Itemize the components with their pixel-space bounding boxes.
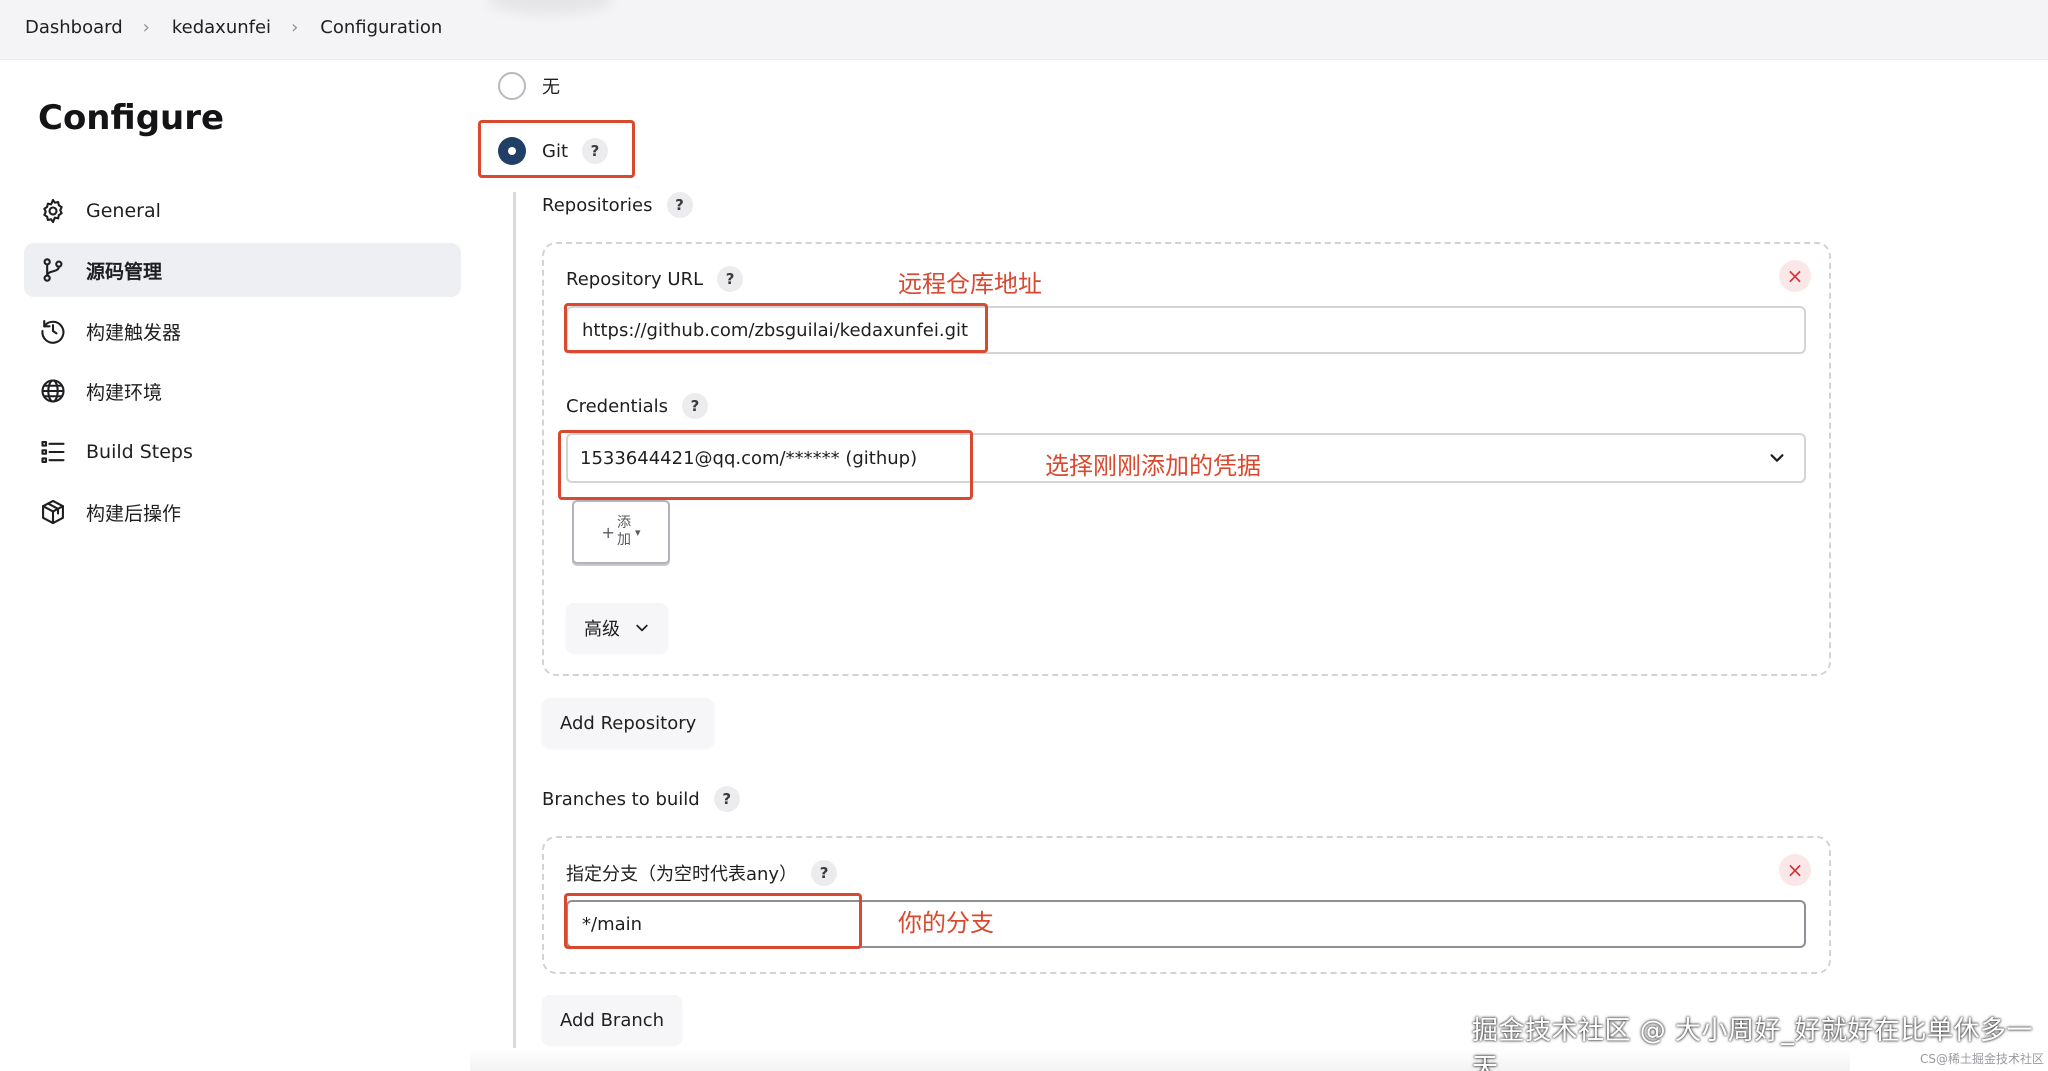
credentials-selected-value: 1533644421@qq.com/****** (githup) xyxy=(580,447,918,469)
add-repository-button[interactable]: Add Repository xyxy=(542,698,715,748)
breadcrumb-bar: Dashboard › kedaxunfei › Configuration xyxy=(0,0,2048,60)
add-credentials-button[interactable]: + 添 加 ▾ xyxy=(572,500,670,564)
chevron-down-icon xyxy=(636,624,648,632)
radio-git-label: Git xyxy=(542,140,569,162)
radio-none-label: 无 xyxy=(542,77,560,98)
help-icon[interactable]: ? xyxy=(682,393,709,419)
remove-repository-close-icon[interactable]: × xyxy=(1779,260,1811,292)
sidebar-item-post-build[interactable]: 构建后操作 xyxy=(24,485,461,539)
repositories-label: Repositories ? xyxy=(542,192,693,218)
repository-url-label: Repository URL ? xyxy=(566,266,744,292)
sidebar-item-label: 构建环境 xyxy=(86,381,163,404)
help-icon[interactable]: ? xyxy=(713,786,740,812)
breadcrumb-job[interactable]: kedaxunfei xyxy=(172,17,271,38)
package-icon xyxy=(38,497,68,527)
list-icon xyxy=(38,437,68,467)
branch-specifier-label: 指定分支（为空时代表any） ? xyxy=(566,860,838,886)
branch-icon xyxy=(38,255,68,285)
sidebar-item-build-steps[interactable]: Build Steps xyxy=(24,425,461,479)
annotation-branch: 你的分支 xyxy=(898,909,994,937)
breadcrumb-separator-icon: › xyxy=(142,17,150,38)
help-icon[interactable]: ? xyxy=(717,266,744,292)
sidebar-item-environment[interactable]: 构建环境 xyxy=(24,364,461,418)
watermark-small: CS@稀土掘金技术社区 xyxy=(1920,1052,2044,1066)
add-button-label-line1: 添 xyxy=(616,515,631,531)
breadcrumb-separator-icon: › xyxy=(291,17,299,38)
section-divider-line xyxy=(513,192,516,1071)
breadcrumb-dashboard[interactable]: Dashboard xyxy=(25,17,123,38)
branch-specifier-label-text: 指定分支（为空时代表any） xyxy=(566,864,798,885)
add-button-label: 添 加 xyxy=(617,515,631,549)
annotation-repo-url: 远程仓库地址 xyxy=(898,270,1042,298)
repositories-label-text: Repositories xyxy=(542,194,653,216)
repository-url-label-text: Repository URL xyxy=(566,268,704,290)
credentials-label-text: Credentials xyxy=(566,395,669,417)
branch-specifier-input[interactable]: */main xyxy=(566,900,1806,948)
breadcrumb-configuration[interactable]: Configuration xyxy=(320,17,442,38)
sidebar-item-label: General xyxy=(86,200,161,222)
branches-label-text: Branches to build xyxy=(542,788,700,810)
globe-icon xyxy=(38,376,68,406)
sidebar-item-label: Build Steps xyxy=(86,441,193,463)
remove-branch-close-icon[interactable]: × xyxy=(1779,854,1811,886)
floating-shadow xyxy=(488,0,613,14)
sidebar-item-scm[interactable]: 源码管理 xyxy=(24,243,461,297)
scm-option-none[interactable]: 无 xyxy=(498,72,560,100)
advanced-button[interactable]: 高级 xyxy=(566,603,668,653)
advanced-button-label: 高级 xyxy=(584,619,620,640)
clock-icon xyxy=(38,316,68,346)
credentials-label: Credentials ? xyxy=(566,393,709,419)
help-icon[interactable]: ? xyxy=(811,860,838,886)
sidebar-item-label: 源码管理 xyxy=(86,260,163,283)
caret-down-icon: ▾ xyxy=(634,525,641,539)
add-branch-button[interactable]: Add Branch xyxy=(542,995,683,1045)
branches-label: Branches to build ? xyxy=(542,786,740,812)
scm-option-git[interactable]: Git ? xyxy=(498,137,609,165)
repository-url-input[interactable]: https://github.com/zbsguilai/kedaxunfei.… xyxy=(566,306,1806,354)
help-icon[interactable]: ? xyxy=(582,138,609,164)
help-icon[interactable]: ? xyxy=(666,192,693,218)
radio-none[interactable] xyxy=(498,72,526,100)
sidebar-item-triggers[interactable]: 构建触发器 xyxy=(24,304,461,358)
sidebar-item-general[interactable]: General xyxy=(24,184,461,238)
radio-git[interactable] xyxy=(498,137,526,165)
breadcrumb: Dashboard › kedaxunfei › Configuration xyxy=(25,17,442,38)
gear-icon xyxy=(38,196,68,226)
annotation-credentials: 选择刚刚添加的凭据 xyxy=(1045,452,1261,480)
sidebar-item-label: 构建触发器 xyxy=(86,321,182,344)
page-title: Configure xyxy=(38,98,225,138)
chevron-down-icon xyxy=(1770,454,1784,462)
add-button-label-line2: 加 xyxy=(616,532,631,548)
sidebar-item-label: 构建后操作 xyxy=(86,502,182,525)
plus-icon: + xyxy=(601,522,615,542)
